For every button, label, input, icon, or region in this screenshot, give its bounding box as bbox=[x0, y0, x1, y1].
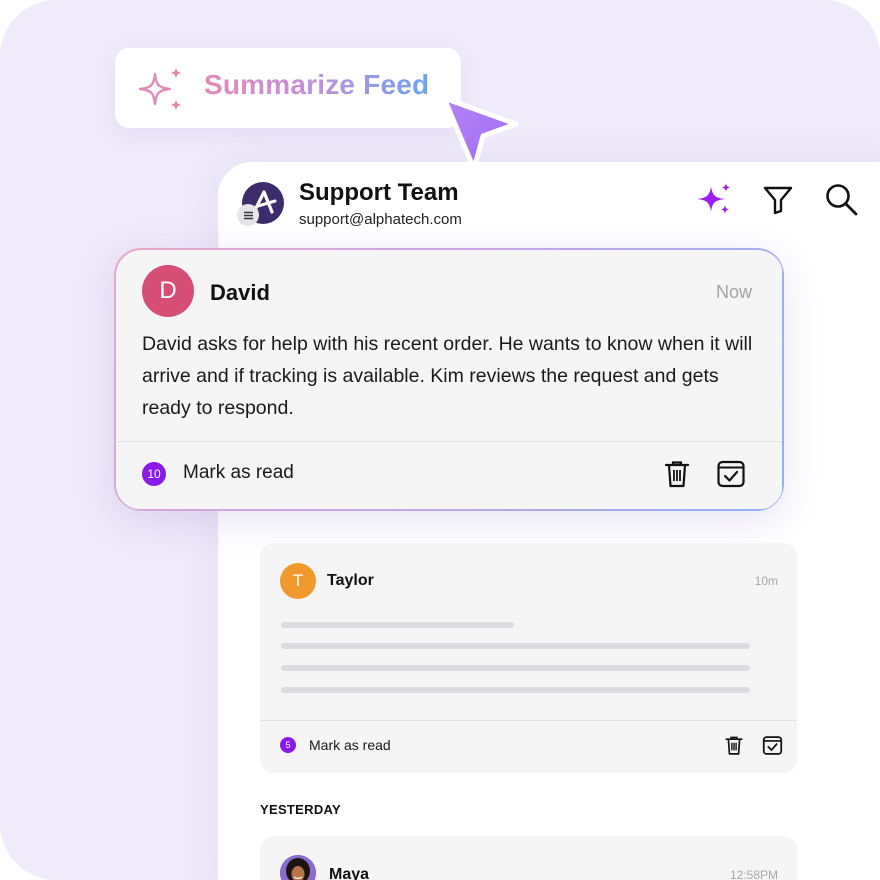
divider bbox=[260, 720, 797, 721]
sender-name: David bbox=[210, 280, 270, 305]
trash-icon[interactable] bbox=[663, 459, 691, 489]
mark-as-read-button[interactable]: Mark as read bbox=[183, 462, 294, 484]
team-email: support@alphatech.com bbox=[299, 211, 462, 228]
ai-sparkle-icon[interactable] bbox=[694, 182, 734, 220]
app-canvas: Summarize Feed Support Team support@alph… bbox=[0, 0, 880, 880]
message-preview-placeholder bbox=[281, 643, 750, 649]
sender-name: Taylor bbox=[327, 572, 374, 589]
avatar: D bbox=[142, 265, 194, 317]
archive-check-icon[interactable] bbox=[716, 459, 746, 489]
unread-count-badge: 10 bbox=[142, 462, 166, 486]
pointer-cursor-icon bbox=[441, 95, 519, 172]
search-icon[interactable] bbox=[824, 182, 860, 218]
mark-as-read-button[interactable]: Mark as read bbox=[309, 737, 391, 753]
sparkle-icon bbox=[138, 67, 182, 111]
message-preview-placeholder bbox=[281, 687, 750, 693]
avatar: T bbox=[280, 563, 316, 599]
archive-check-icon[interactable] bbox=[762, 735, 783, 756]
message-preview-placeholder bbox=[281, 622, 514, 628]
sender-name: Maya bbox=[329, 866, 370, 880]
unread-count-badge: 5 bbox=[280, 737, 296, 753]
divider bbox=[115, 441, 782, 442]
message-preview-placeholder bbox=[281, 665, 750, 671]
team-title: Support Team bbox=[299, 179, 459, 206]
message-time: 10m bbox=[754, 574, 778, 588]
menu-icon[interactable] bbox=[237, 204, 259, 226]
message-time: Now bbox=[715, 282, 752, 302]
section-label-yesterday: YESTERDAY bbox=[260, 802, 341, 817]
summarize-feed-button[interactable]: Summarize Feed bbox=[115, 48, 461, 128]
summarize-feed-label: Summarize Feed bbox=[204, 69, 430, 100]
filter-icon[interactable] bbox=[762, 184, 794, 216]
message-summary: David asks for help with his recent orde… bbox=[142, 333, 753, 419]
trash-icon[interactable] bbox=[724, 735, 744, 756]
message-time: 12:58PM bbox=[729, 868, 778, 880]
